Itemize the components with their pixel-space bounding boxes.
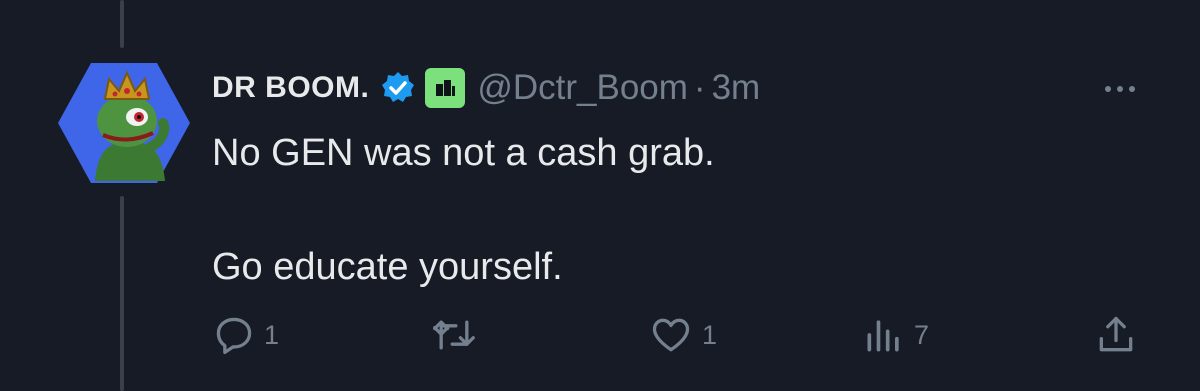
like-count: 1	[702, 319, 718, 350]
views-button[interactable]: 7	[862, 312, 929, 358]
share-icon	[1099, 316, 1133, 352]
views-chart-icon	[867, 320, 899, 352]
reply-button[interactable]: 1	[212, 312, 279, 358]
user-handle[interactable]: @Dctr_Boom	[477, 68, 688, 108]
retweet-button[interactable]	[430, 312, 486, 358]
display-name[interactable]: DR BOOM.	[212, 71, 369, 105]
thread-line-bottom	[120, 196, 124, 391]
like-button[interactable]: 1	[648, 312, 717, 358]
tweet-timestamp[interactable]: 3m	[712, 68, 761, 108]
heart-icon	[652, 318, 690, 352]
separator-dot: ·	[693, 68, 706, 107]
tweet-header: DR BOOM. @Dctr_Boom · 3m	[212, 62, 760, 114]
reply-icon	[216, 317, 252, 355]
reply-count: 1	[264, 319, 280, 350]
more-dot-icon	[1117, 86, 1123, 92]
more-dot-icon	[1129, 86, 1135, 92]
affiliate-badge-icon[interactable]	[425, 68, 466, 108]
views-count: 7	[914, 319, 930, 350]
verified-badge-icon[interactable]	[381, 71, 415, 105]
affiliate-logo-icon	[436, 80, 456, 96]
more-dot-icon	[1105, 86, 1111, 92]
avatar[interactable]	[57, 61, 191, 185]
share-button[interactable]	[1094, 312, 1138, 358]
tweet-text: No GEN was not a cash grab. Go educate y…	[212, 132, 715, 288]
retweet-icon	[433, 320, 475, 350]
more-options-button[interactable]	[1096, 74, 1144, 104]
thread-line-top	[120, 0, 124, 48]
